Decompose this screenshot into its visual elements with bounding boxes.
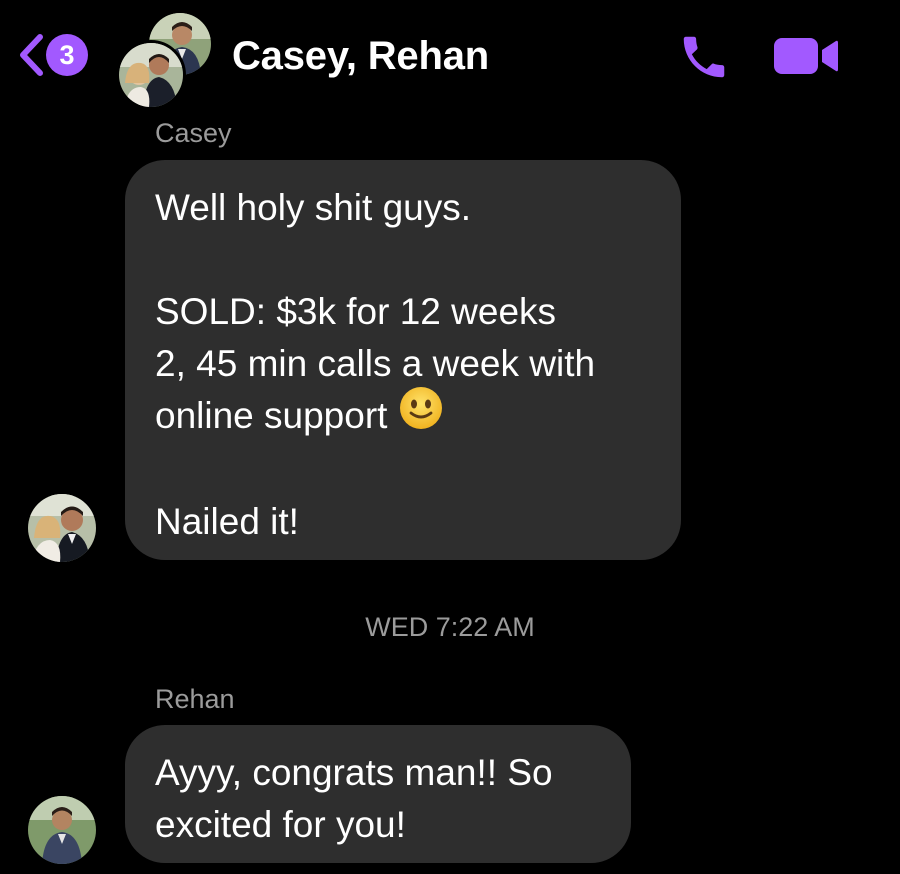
message-bubble[interactable]: Well holy shit guys. SOLD: $3k for 12 we…: [125, 160, 681, 560]
slightly-smiling-face-icon: [399, 386, 443, 444]
video-call-button[interactable]: [772, 34, 840, 78]
phone-icon: [683, 36, 725, 78]
message-text: Ayyy, congrats man!! So excited for you!: [155, 752, 553, 845]
timestamp-divider: WED 7:22 AM: [365, 612, 535, 642]
audio-call-button[interactable]: [676, 30, 732, 84]
unread-count-badge: 3: [46, 34, 88, 76]
group-avatar-front[interactable]: [116, 40, 186, 110]
message-line: online support: [155, 395, 388, 436]
sender-name: Rehan: [155, 684, 235, 714]
video-camera-icon: [774, 38, 838, 74]
rehan-avatar[interactable]: [28, 796, 96, 864]
conversation-header: 3 Casey, Rehan: [0, 0, 900, 110]
message-line: Well holy shit guys.: [155, 187, 471, 228]
chevron-left-icon: [20, 34, 43, 76]
message-line: SOLD: $3k for 12 weeks: [155, 291, 557, 332]
casey-avatar[interactable]: [28, 494, 96, 562]
back-button[interactable]: 3: [18, 30, 88, 80]
message-line: Nailed it!: [155, 501, 299, 543]
sender-name: Casey: [155, 118, 232, 148]
message-bubble[interactable]: Ayyy, congrats man!! So excited for you!: [125, 725, 631, 863]
message-line: 2, 45 min calls a week with: [155, 343, 596, 384]
conversation-title[interactable]: Casey, Rehan: [232, 34, 489, 79]
